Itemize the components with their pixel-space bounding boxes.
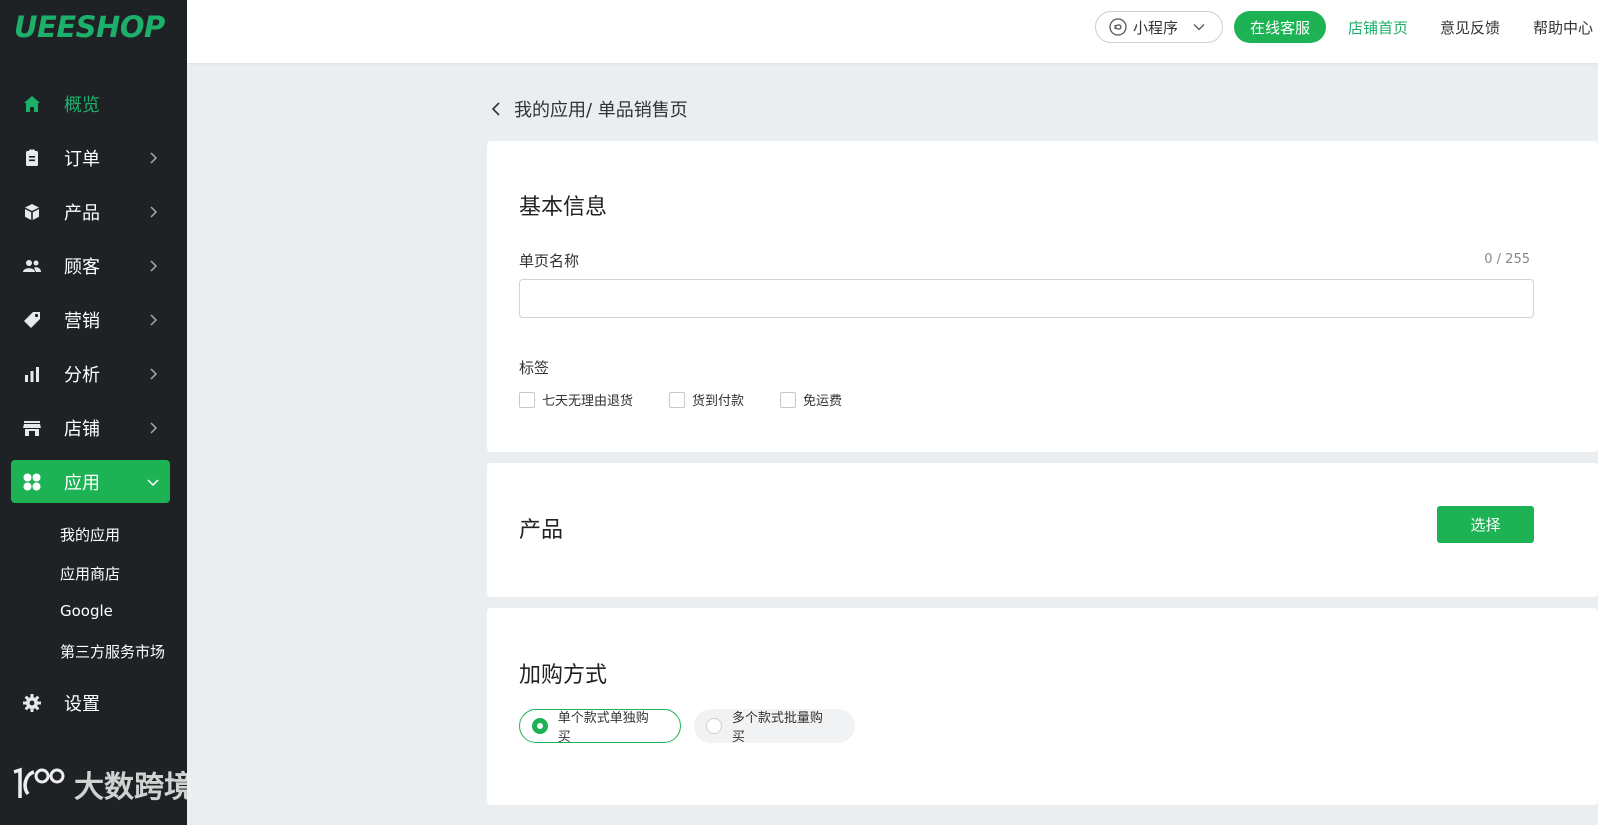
sidebar-item-label: 订单 [64, 148, 100, 170]
radio-button[interactable] [532, 718, 548, 734]
sidebar-subitem-my-apps[interactable]: 我的应用 [60, 524, 120, 545]
sidebar-item-customers[interactable]: 顾客 [11, 244, 170, 287]
mini-program-label: 小程序 [1133, 18, 1179, 37]
select-product-button[interactable]: 选择 [1437, 506, 1534, 543]
sidebar-item-label: 分析 [64, 364, 100, 386]
sidebar-item-analytics[interactable]: 分析 [11, 352, 170, 395]
tag-icon [22, 310, 42, 330]
section-title: 基本信息 [519, 195, 608, 220]
sidebar-subitem-app-store[interactable]: 应用商店 [60, 563, 120, 584]
online-service-button[interactable]: 在线客服 [1234, 11, 1326, 43]
radio-label: 多个款式批量购买 [731, 711, 823, 745]
char-counter: 0 / 255 [1484, 252, 1530, 267]
apps-icon [22, 472, 42, 492]
chevron-down-icon [1193, 24, 1205, 31]
sidebar-item-label: 店铺 [64, 418, 100, 440]
bar-chart-icon [22, 364, 42, 384]
sidebar-item-label: 顾客 [64, 256, 100, 278]
tag-checkbox-cod[interactable]: 货到付款 [669, 390, 744, 409]
checkbox[interactable] [519, 391, 535, 408]
sidebar-item-label: 产品 [64, 202, 100, 224]
home-icon [22, 94, 42, 114]
chevron-down-icon [146, 475, 160, 489]
product-card: 产品 选择 [487, 463, 1598, 597]
store-icon [22, 418, 42, 438]
sidebar: UEESHOP 概览 订单 产品 顾客 营销 分析 店铺 应用 我的应用 应用商… [0, 0, 187, 825]
breadcrumb: 我的应用/ 单品销售页 [488, 96, 688, 122]
sidebar-item-apps[interactable]: 应用 [11, 460, 170, 503]
checkbox[interactable] [780, 391, 797, 408]
sidebar-item-products[interactable]: 产品 [11, 190, 170, 233]
radio-label: 单个款式单独购买 [557, 711, 649, 745]
radio-single-purchase[interactable]: 单个款式单独购买 [519, 709, 681, 745]
radio-batch-purchase[interactable]: 多个款式批量购买 [694, 709, 855, 745]
sidebar-subitem-third-party[interactable]: 第三方服务市场 [60, 641, 165, 662]
sidebar-item-label: 营销 [64, 310, 100, 332]
tags-label: 标签 [519, 359, 550, 377]
sidebar-item-label: 应用 [64, 472, 100, 494]
brand-logo[interactable]: UEESHOP [14, 10, 165, 44]
purchase-mode-card: 加购方式 单个款式单独购买 多个款式批量购买 [487, 608, 1598, 805]
section-title: 产品 [519, 518, 564, 543]
tag-checkbox-free-shipping[interactable]: 免运费 [780, 390, 842, 409]
chevron-right-icon [146, 313, 160, 327]
box-icon [22, 202, 42, 222]
tags-checkbox-group: 七天无理由退货 货到付款 免运费 [519, 390, 878, 409]
chevron-right-icon [146, 367, 160, 381]
sidebar-item-label: 概览 [64, 94, 100, 116]
chevron-right-icon [146, 205, 160, 219]
sidebar-item-orders[interactable]: 订单 [11, 136, 170, 179]
checkbox[interactable] [669, 391, 686, 408]
users-icon [22, 256, 42, 276]
feedback-link[interactable]: 意见反馈 [1440, 17, 1500, 38]
sidebar-item-store[interactable]: 店铺 [11, 406, 170, 449]
chevron-right-icon [146, 421, 160, 435]
top-bar: 小程序 在线客服 店铺首页 意见反馈 帮助中心 [187, 0, 1598, 63]
sidebar-item-label: 设置 [64, 693, 100, 715]
radio-button[interactable] [706, 718, 722, 734]
watermark-text: 大数跨境 [74, 770, 194, 805]
watermark: 大数跨境 [10, 762, 194, 806]
checkbox-label: 免运费 [803, 394, 843, 409]
tag-checkbox-return[interactable]: 七天无理由退货 [519, 390, 633, 409]
gear-icon [22, 693, 42, 713]
page-name-input[interactable] [519, 279, 1534, 318]
sidebar-subitem-google[interactable]: Google [60, 602, 113, 620]
sidebar-item-overview[interactable]: 概览 [11, 82, 170, 125]
basic-info-card: 基本信息 单页名称 0 / 255 标签 七天无理由退货 货到付款 免运费 [487, 141, 1598, 452]
sidebar-item-settings[interactable]: 设置 [11, 681, 170, 724]
watermark-logo-icon [13, 767, 65, 798]
chevron-right-icon [146, 151, 160, 165]
breadcrumb-text[interactable]: 我的应用/ 单品销售页 [514, 96, 688, 122]
chevron-right-icon [146, 259, 160, 273]
mini-program-dropdown[interactable]: 小程序 [1095, 11, 1223, 43]
clipboard-icon [22, 148, 42, 168]
store-home-link[interactable]: 店铺首页 [1348, 17, 1408, 38]
checkbox-label: 货到付款 [692, 394, 745, 409]
section-title: 加购方式 [519, 663, 608, 688]
page-name-label: 单页名称 [519, 252, 580, 270]
sidebar-item-marketing[interactable]: 营销 [11, 298, 170, 341]
checkbox-label: 七天无理由退货 [542, 394, 634, 409]
help-center-link[interactable]: 帮助中心 [1533, 17, 1598, 38]
back-arrow-icon[interactable] [488, 101, 504, 117]
mini-program-icon [1109, 18, 1127, 36]
